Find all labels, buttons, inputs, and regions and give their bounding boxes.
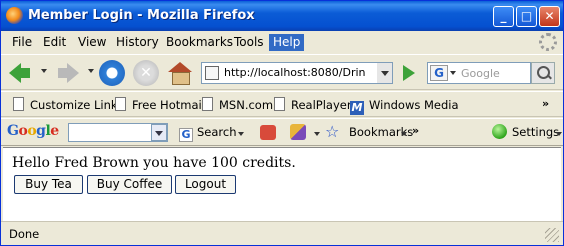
bookmarks-overflow-chevron-icon[interactable]: » bbox=[542, 97, 549, 110]
menu-view[interactable]: View bbox=[74, 34, 110, 51]
spellcheck-dropdown-icon[interactable] bbox=[314, 132, 320, 136]
google-logo[interactable]: Google bbox=[7, 123, 59, 139]
bookmark-label: Free Hotmail bbox=[132, 98, 205, 112]
google-search-button[interactable]: G Search bbox=[179, 125, 237, 142]
throbber-icon bbox=[539, 33, 557, 51]
bookmark-label: RealPlayer bbox=[291, 98, 352, 112]
page-content: Hello Fred Brown you have 100 credits. B… bbox=[3, 147, 561, 221]
google-status-icon bbox=[492, 124, 507, 139]
page-icon bbox=[13, 97, 24, 111]
search-engine-dropdown-icon[interactable] bbox=[450, 71, 456, 75]
bookmark-label: MSN.com bbox=[219, 98, 274, 112]
logout-button[interactable]: Logout bbox=[175, 175, 236, 194]
menu-tools[interactable]: Tools bbox=[230, 34, 268, 51]
menu-bar: File Edit View History Bookmarks Tools H… bbox=[1, 31, 563, 53]
browser-window: Member Login - Mozilla Firefox _ □ ✕ Fil… bbox=[0, 0, 564, 246]
page-icon bbox=[274, 97, 285, 111]
bookmark-label: Customize Links bbox=[30, 98, 124, 112]
close-button[interactable]: ✕ bbox=[539, 6, 560, 27]
google-bookmarks-dropdown-icon[interactable] bbox=[401, 132, 407, 136]
google-search-label: Search bbox=[197, 125, 237, 139]
page-favicon-icon bbox=[205, 66, 219, 80]
google-settings-dropdown-icon[interactable] bbox=[556, 132, 562, 136]
bookmark-free-hotmail[interactable]: Free Hotmail bbox=[115, 96, 205, 114]
reload-icon[interactable] bbox=[99, 60, 125, 86]
resize-grip-icon[interactable] bbox=[545, 228, 559, 242]
bookmarks-toolbar: Customize Links Free Hotmail MSN.com Rea… bbox=[1, 91, 563, 117]
title-bar[interactable]: Member Login - Mozilla Firefox _ □ ✕ bbox=[1, 1, 563, 31]
buy-coffee-button[interactable]: Buy Coffee bbox=[87, 175, 172, 194]
popup-blocker-icon[interactable] bbox=[260, 125, 276, 140]
status-bar: Done bbox=[1, 221, 563, 245]
forward-arrow-icon[interactable] bbox=[55, 60, 81, 86]
google-settings-button[interactable]: Settings bbox=[512, 125, 559, 139]
search-input[interactable]: Google bbox=[461, 67, 500, 80]
page-icon bbox=[202, 97, 213, 111]
status-text: Done bbox=[9, 227, 40, 241]
minimize-button[interactable]: _ bbox=[493, 6, 514, 27]
back-arrow-icon[interactable] bbox=[7, 60, 33, 86]
menu-help[interactable]: Help bbox=[269, 34, 305, 51]
star-icon[interactable]: ☆ bbox=[325, 122, 339, 141]
bookmark-realplayer[interactable]: RealPlayer bbox=[274, 96, 352, 114]
welcome-message: Hello Fred Brown you have 100 credits. bbox=[12, 155, 296, 171]
firefox-icon bbox=[6, 7, 23, 24]
back-history-dropdown-icon[interactable] bbox=[41, 69, 47, 73]
page-icon bbox=[115, 97, 126, 111]
google-g-icon: G bbox=[179, 128, 193, 142]
google-toolbar-overflow-chevron-icon[interactable]: » bbox=[412, 124, 419, 137]
url-field[interactable]: http://localhost:8080/DrinksClu bbox=[224, 66, 366, 79]
stop-icon[interactable]: ✕ bbox=[133, 60, 159, 86]
magnifier-icon[interactable] bbox=[531, 62, 555, 84]
google-search-dropdown-icon[interactable] bbox=[151, 124, 167, 141]
bookmark-windows-media[interactable]: M Windows Media bbox=[350, 96, 459, 115]
bookmark-msn[interactable]: MSN.com bbox=[202, 96, 273, 114]
buy-tea-button[interactable]: Buy Tea bbox=[14, 175, 83, 194]
search-bar[interactable]: G Google bbox=[427, 62, 531, 84]
bookmark-customize-links[interactable]: Customize Links bbox=[13, 96, 124, 114]
url-bar[interactable]: http://localhost:8080/DrinksClu bbox=[201, 62, 391, 84]
window-title: Member Login - Mozilla Firefox bbox=[28, 8, 255, 23]
menu-file[interactable]: File bbox=[8, 34, 36, 51]
google-toolbar: Google G Search ☆ Bookmarks » Settings bbox=[1, 118, 563, 146]
search-engine-icon[interactable]: G bbox=[430, 65, 448, 81]
home-icon[interactable] bbox=[167, 60, 193, 86]
forward-history-dropdown-icon[interactable] bbox=[88, 69, 94, 73]
spellcheck-icon[interactable] bbox=[290, 124, 306, 140]
url-history-dropdown-icon[interactable] bbox=[377, 62, 393, 84]
maximize-button[interactable]: □ bbox=[516, 6, 537, 27]
menu-bookmarks[interactable]: Bookmarks bbox=[162, 34, 237, 51]
menu-edit[interactable]: Edit bbox=[39, 34, 70, 51]
go-arrow-icon[interactable] bbox=[397, 62, 419, 84]
google-search-options-dropdown-icon[interactable] bbox=[238, 132, 244, 136]
bookmark-label: Windows Media bbox=[369, 98, 459, 112]
windows-media-icon: M bbox=[350, 101, 364, 115]
menu-history[interactable]: History bbox=[112, 34, 163, 51]
navigation-toolbar: ✕ http://localhost:8080/DrinksClu G Goog… bbox=[1, 54, 563, 90]
